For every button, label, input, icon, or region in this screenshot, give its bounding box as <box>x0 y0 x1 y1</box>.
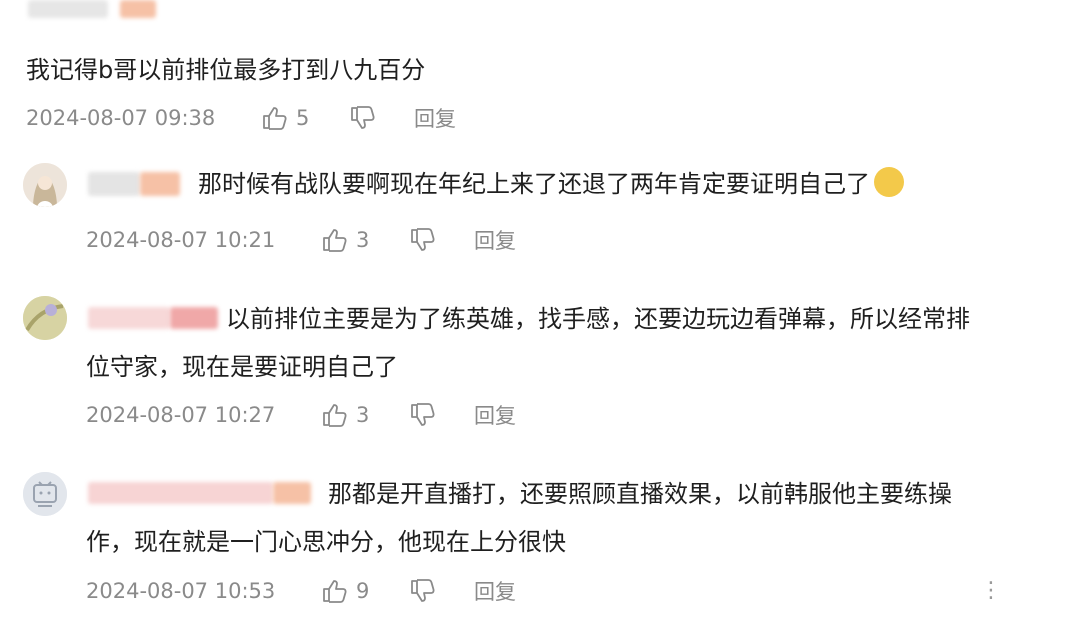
username-blurred <box>273 482 311 504</box>
avatar[interactable] <box>23 163 67 207</box>
like-button[interactable]: 9 <box>322 579 410 603</box>
username-blurred <box>28 0 108 18</box>
thumbs-down-icon <box>410 228 436 252</box>
timestamp: 2024-08-07 10:53 <box>86 579 276 603</box>
comment-text-line1: 那都是开直播打，还要照顾直播效果，以前韩服他主要练操 <box>328 480 952 508</box>
reply-button[interactable]: 回复 <box>474 576 516 606</box>
like-button[interactable]: 3 <box>322 403 410 427</box>
timestamp: 2024-08-07 09:38 <box>26 106 216 130</box>
avatar[interactable] <box>23 472 67 516</box>
like-count: 9 <box>356 579 370 603</box>
comment-text-body: 那时候有战队要啊现在年纪上来了还退了两年肯定要证明自己了 <box>198 170 870 198</box>
dislike-button[interactable] <box>410 228 474 252</box>
reply-button[interactable]: 回复 <box>474 400 516 430</box>
username-blurred <box>170 307 218 329</box>
thumbs-up-icon <box>262 106 288 130</box>
comment-text-line1: 以前排位主要是为了练英雄，找手感，还要边玩边看弹幕，所以经常排 <box>226 305 970 333</box>
dislike-button[interactable] <box>350 106 414 130</box>
comment-meta: 2024-08-07 10:27 3 回复 <box>86 400 516 430</box>
username-blurred <box>88 482 273 504</box>
comment-text: 我记得b哥以前排位最多打到八九百分 <box>26 56 426 84</box>
comment-text: 那时候有战队要啊现在年纪上来了还退了两年肯定要证明自己了 <box>198 160 904 208</box>
dislike-button[interactable] <box>410 403 474 427</box>
comment-meta: 2024-08-07 10:21 3 回复 <box>86 225 516 255</box>
thumbs-up-icon <box>322 403 348 427</box>
reply-button[interactable]: 回复 <box>474 225 516 255</box>
timestamp: 2024-08-07 10:27 <box>86 403 276 427</box>
avatar[interactable] <box>23 296 67 340</box>
like-count: 5 <box>296 106 310 130</box>
like-button[interactable]: 3 <box>322 228 410 252</box>
thumbs-up-icon <box>322 579 348 603</box>
username-blurred <box>88 307 170 329</box>
like-count: 3 <box>356 403 370 427</box>
like-count: 3 <box>356 228 370 252</box>
thumbs-up-icon <box>322 228 348 252</box>
dislike-button[interactable] <box>410 579 474 603</box>
thumbs-down-icon <box>350 106 376 130</box>
more-options-icon[interactable]: ⋮ <box>980 580 1002 602</box>
laughing-cry-emoji <box>874 167 904 197</box>
thumbs-down-icon <box>410 579 436 603</box>
thumbs-down-icon <box>410 403 436 427</box>
comment-text-line2: 位守家，现在是要证明自己了 <box>86 353 398 381</box>
like-button[interactable]: 5 <box>262 106 350 130</box>
username-blurred <box>88 172 140 196</box>
reply-button[interactable]: 回复 <box>414 103 456 133</box>
timestamp: 2024-08-07 10:21 <box>86 228 276 252</box>
comment-meta: 2024-08-07 09:38 5 回复 <box>26 103 456 133</box>
comment-meta: 2024-08-07 10:53 9 回复 <box>86 576 516 606</box>
username-blurred <box>140 172 180 196</box>
comment-text-line2: 作，现在就是一门心思冲分，他现在上分很快 <box>86 528 566 556</box>
username-blurred <box>120 0 156 18</box>
